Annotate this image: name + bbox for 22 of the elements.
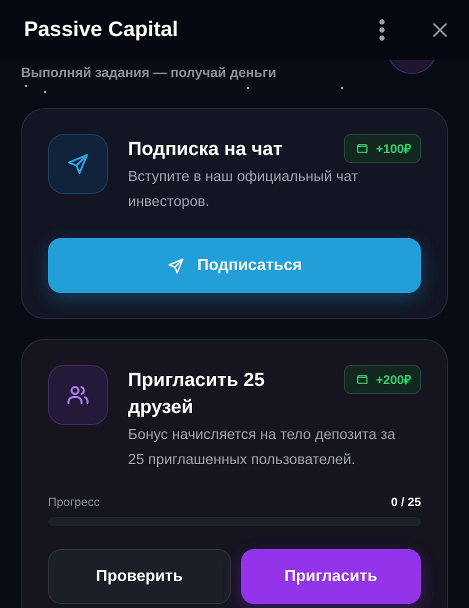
task-title: Пригласить 25 друзей xyxy=(128,369,266,420)
close-icon xyxy=(431,21,449,39)
task-description: Вступите в наш официальный чат инвесторов. xyxy=(128,168,360,212)
close-button[interactable] xyxy=(431,21,449,39)
more-icon xyxy=(379,19,385,41)
invite-button[interactable]: Пригласить xyxy=(240,549,421,604)
wallet-icon xyxy=(356,373,369,386)
reward-badge: +200₽ xyxy=(344,365,421,394)
task-title: Подписка на чат xyxy=(128,138,282,162)
subscribe-button[interactable]: Подписаться xyxy=(48,238,421,293)
window-title: Passive Capital xyxy=(24,18,180,42)
users-icon xyxy=(66,383,90,407)
subtitle: Выполняй задания — получай деньги xyxy=(21,65,276,80)
progress-label: Прогресс xyxy=(48,495,100,509)
reward-badge: +100₽ xyxy=(344,134,421,163)
wallet-icon xyxy=(356,142,369,155)
check-button[interactable]: Проверить xyxy=(48,549,230,604)
task-description: Бонус начисляется на тело депозита за 25 приглашенных пользователей. xyxy=(128,426,396,470)
paper-plane-icon xyxy=(66,152,90,176)
paper-plane-icon xyxy=(167,256,186,274)
more-button[interactable] xyxy=(379,19,385,41)
progress-reading: 0 / 25 xyxy=(390,495,421,509)
